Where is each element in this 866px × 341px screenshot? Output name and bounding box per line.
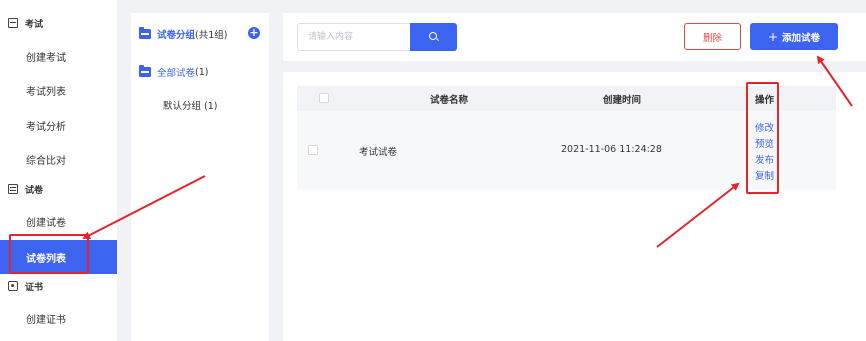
group-header: 试卷分组 (共1组): [139, 27, 227, 41]
add-paper-button[interactable]: + 添加试卷: [750, 23, 838, 50]
search-icon: [429, 32, 437, 40]
section-header-exam: 考试: [0, 11, 117, 35]
group-all-count: (1): [195, 66, 209, 78]
add-group-icon[interactable]: +: [248, 27, 260, 39]
group-all-papers[interactable]: 全部试卷 (1): [139, 65, 208, 79]
sidebar-item-create-paper[interactable]: 创建试卷: [0, 204, 117, 238]
section-title: 试卷: [25, 185, 44, 196]
group-all-label: 全部试卷: [157, 68, 196, 79]
section-header-certificate: 证书: [0, 274, 117, 298]
section-title: 考试: [25, 19, 44, 30]
folder-icon: [139, 27, 151, 39]
search-input[interactable]: [297, 23, 410, 51]
sidebar-item-create-certificate[interactable]: 创建证书: [0, 301, 117, 335]
section-header-paper: 试卷: [0, 177, 117, 201]
group-panel: 试卷分组 (共1组) + 全部试卷 (1) 默认分组 (1): [131, 13, 269, 341]
group-default[interactable]: 默认分组 (1): [163, 98, 217, 112]
created-time: 2021-11-06 11:24:28: [561, 144, 662, 155]
sidebar-item-exam-list[interactable]: 考试列表: [0, 73, 117, 107]
section-title: 证书: [25, 282, 44, 293]
add-paper-label: 添加试卷: [782, 32, 821, 44]
folder-icon: [139, 65, 151, 77]
row-checkbox[interactable]: [308, 145, 318, 155]
certificate-icon: [8, 281, 18, 291]
exam-icon: [8, 18, 18, 28]
select-all-checkbox[interactable]: [319, 93, 329, 103]
paper-icon: [8, 184, 18, 194]
paper-name: 考试试卷: [359, 147, 398, 158]
delete-button[interactable]: 删除: [684, 23, 741, 50]
annotation-box-actions: [746, 82, 779, 194]
annotation-box-paper-list: [9, 234, 89, 274]
plus-icon: +: [767, 29, 779, 44]
group-header-count: (共1组): [195, 30, 228, 41]
group-header-label: 试卷分组: [157, 30, 196, 41]
sidebar: 考试 创建考试 考试列表 考试分析 综合比对 试卷 创建试卷 试卷列表 证书 创…: [0, 0, 117, 341]
sidebar-item-create-exam[interactable]: 创建考试: [0, 39, 117, 73]
sidebar-item-comparison[interactable]: 综合比对: [0, 142, 117, 176]
column-header-created: 创建时间: [603, 95, 642, 106]
column-header-name: 试卷名称: [430, 95, 469, 106]
sidebar-item-exam-analysis[interactable]: 考试分析: [0, 108, 117, 142]
toolbar: 删除 + 添加试卷: [283, 13, 866, 61]
search-button[interactable]: [410, 23, 457, 51]
